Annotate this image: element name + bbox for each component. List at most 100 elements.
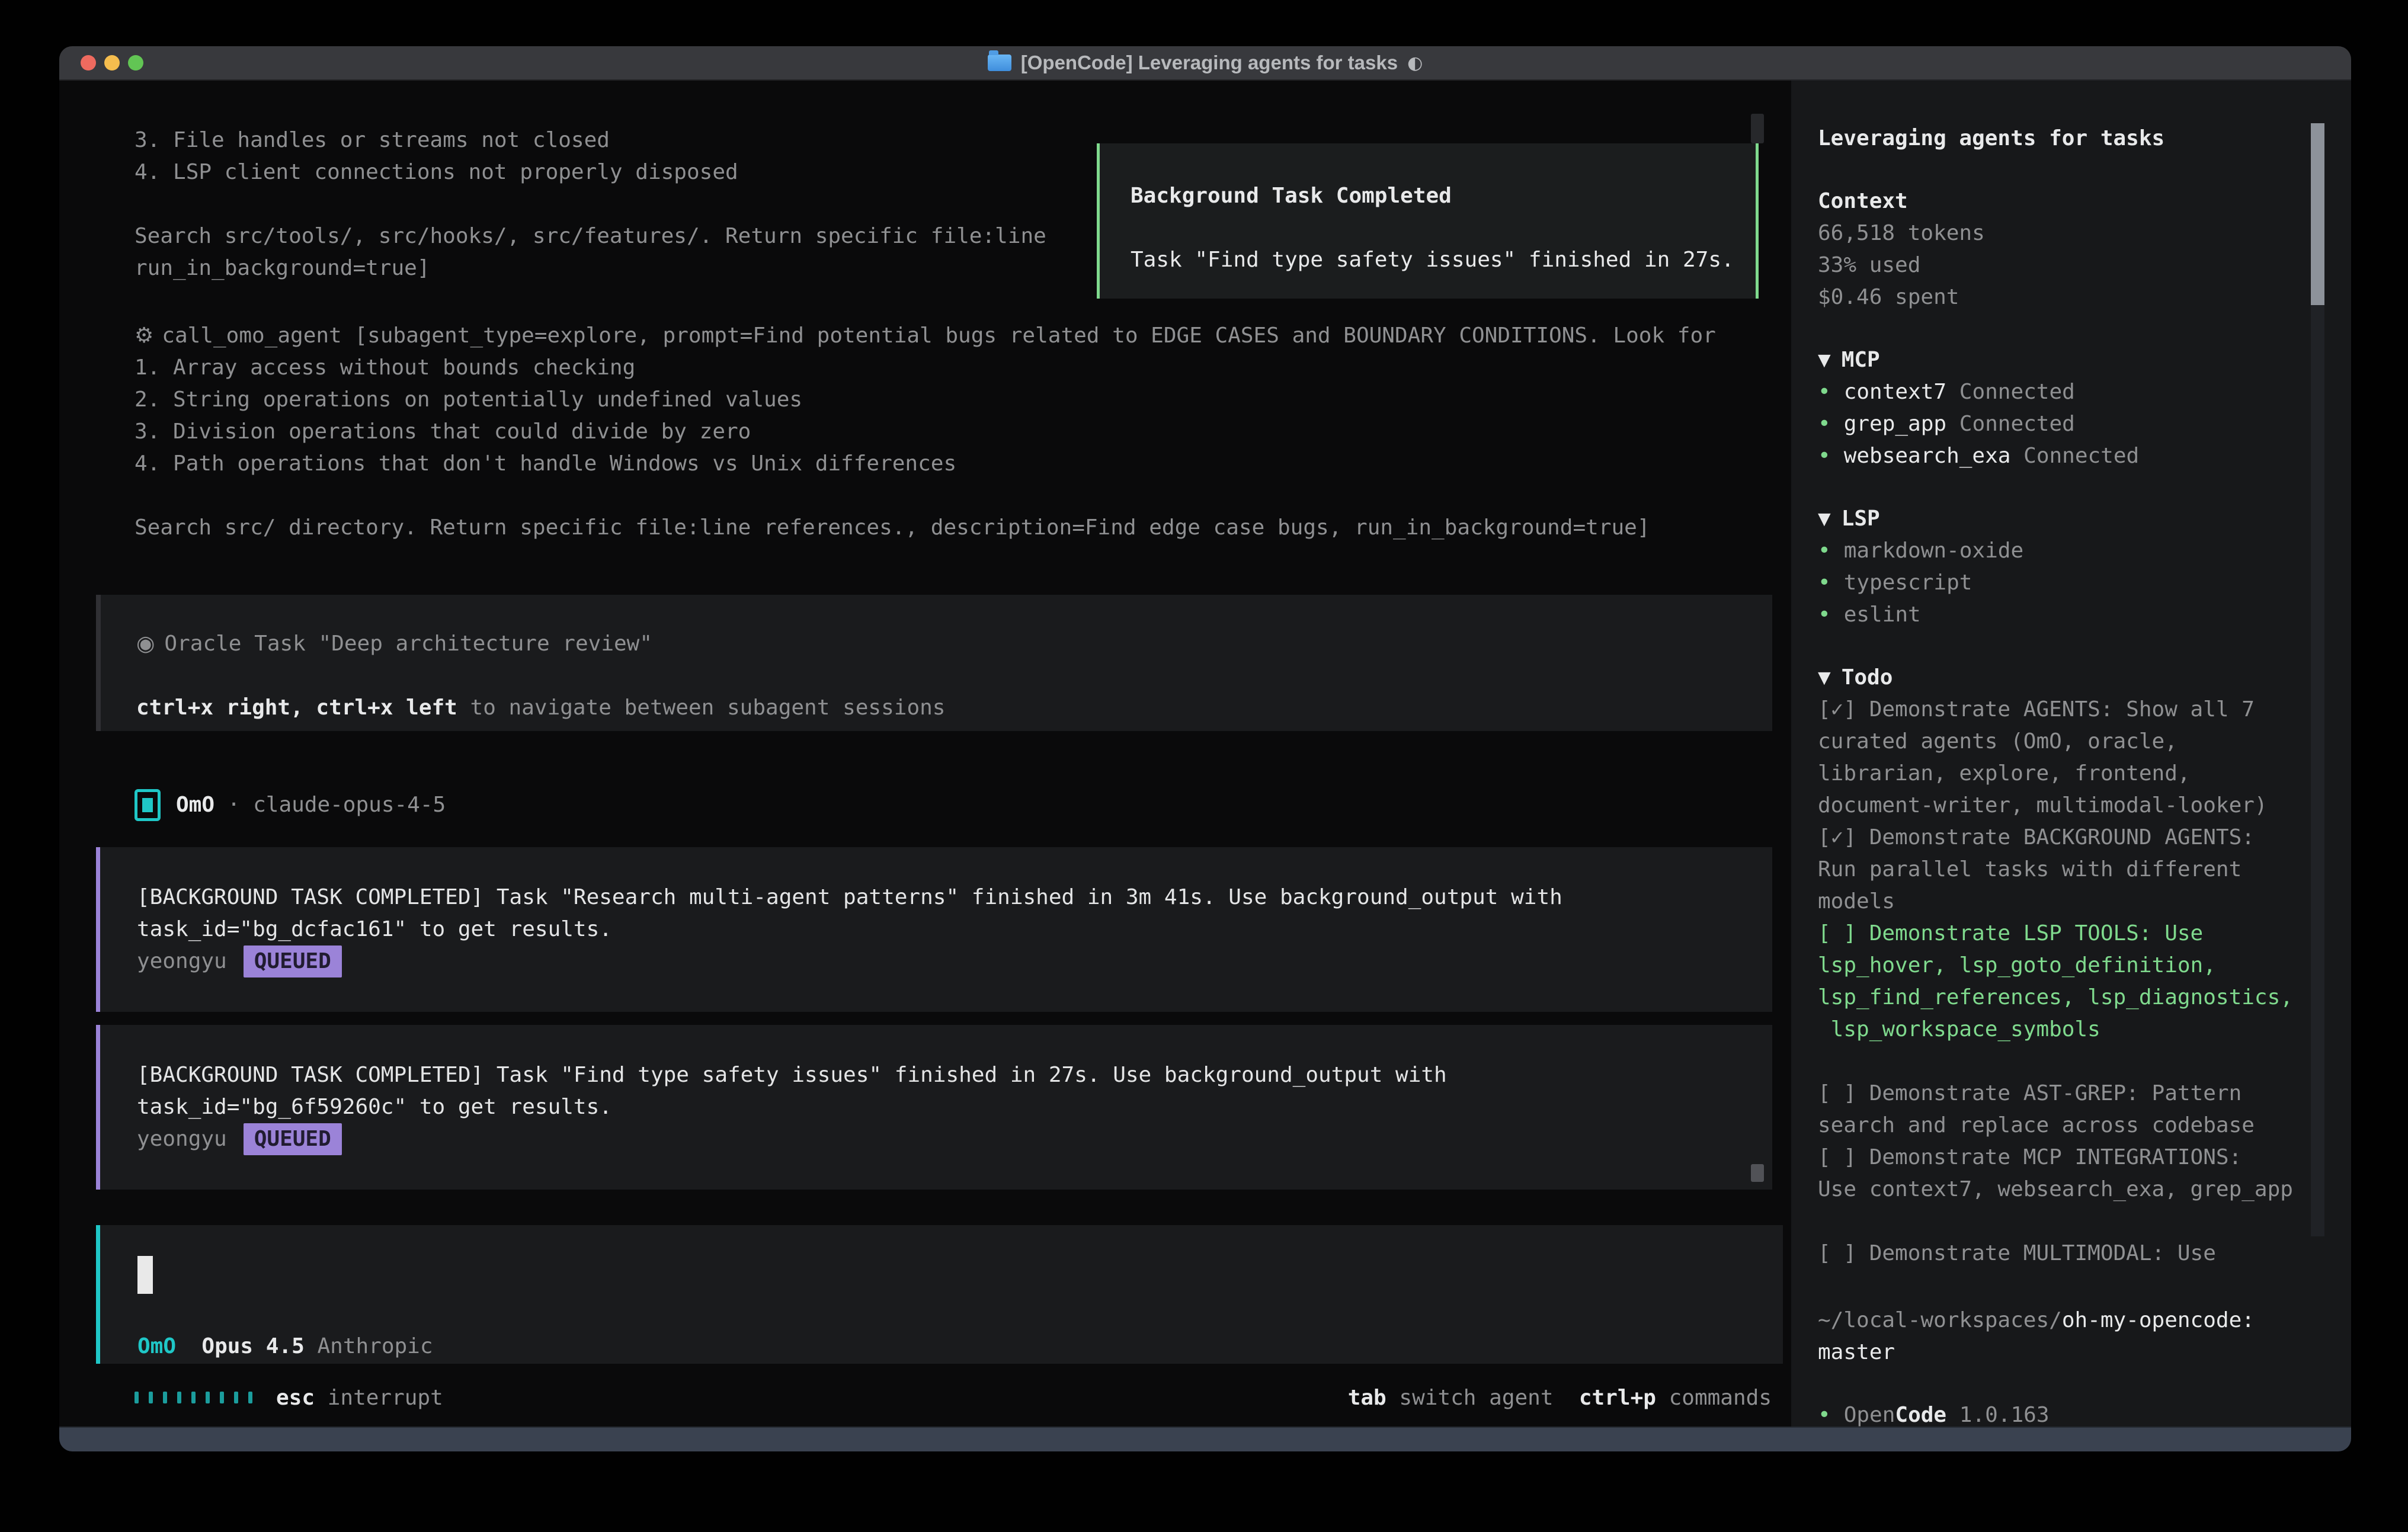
bullet-icon: • bbox=[1818, 539, 1831, 563]
tool-call-line: ⚙ call_omo_agent [subagent_type=explore, … bbox=[135, 320, 1716, 352]
input-model: Opus 4.5 bbox=[201, 1334, 304, 1358]
screen: [OpenCode] Leveraging agents for tasks ◐… bbox=[0, 0, 2408, 1532]
chevron-down-icon: ▼ bbox=[1818, 348, 1831, 372]
todo-line: [✓] Demonstrate AGENTS: Show all 7 bbox=[1818, 694, 2351, 726]
zoom-button[interactable] bbox=[128, 55, 143, 70]
status-badge: QUEUED bbox=[244, 946, 342, 977]
todo-section-heading[interactable]: ▼Todo bbox=[1818, 662, 2351, 694]
todo-line: search and replace across codebase bbox=[1818, 1110, 2351, 1142]
sidebar: Leveraging agents for tasks Context 66,5… bbox=[1791, 81, 2351, 1427]
lsp-item: •eslint bbox=[1818, 599, 2351, 631]
minimize-button[interactable] bbox=[104, 55, 120, 70]
mcp-name: websearch_exa bbox=[1844, 444, 2011, 468]
dot-separator: · bbox=[228, 793, 241, 817]
bullet-icon: • bbox=[1818, 444, 1831, 468]
lsp-name: typescript bbox=[1844, 571, 1972, 595]
mcp-item: •grep_app Connected bbox=[1818, 408, 2351, 440]
prompt-input[interactable]: OmO Opus 4.5 Anthropic bbox=[96, 1225, 1783, 1364]
mcp-name: context7 bbox=[1844, 380, 1946, 404]
bullet-icon: • bbox=[1818, 1403, 1831, 1427]
bullet-icon: • bbox=[1818, 412, 1831, 436]
todo-item: [ ] Demonstrate MULTIMODAL: Use bbox=[1818, 1238, 2351, 1270]
toast-spacer bbox=[1131, 212, 1756, 244]
background-task-message: [BACKGROUND TASK COMPLETED] Task "Find t… bbox=[96, 1025, 1772, 1190]
mcp-item: •context7 Connected bbox=[1818, 376, 2351, 408]
terminal-line: 3. Division operations that could divide… bbox=[135, 416, 1716, 448]
tab-label: switch agent bbox=[1399, 1386, 1553, 1410]
context-tokens: 66,518 tokens bbox=[1818, 217, 2351, 249]
version-number: 1.0.163 bbox=[1959, 1403, 2050, 1427]
mcp-status: Connected bbox=[1959, 412, 2075, 436]
chevron-down-icon: ▼ bbox=[1818, 665, 1831, 690]
terminal-line: 4. Path operations that don't handle Win… bbox=[135, 448, 1716, 480]
mcp-status: Connected bbox=[1959, 380, 2075, 404]
titlebar[interactable]: [OpenCode] Leveraging agents for tasks ◐ bbox=[59, 46, 2351, 81]
oracle-title-line: ◉Oracle Task "Deep architecture review" bbox=[136, 628, 1772, 660]
todo-line: document-writer, multimodal-looker) bbox=[1818, 790, 2351, 822]
terminal-line bbox=[135, 188, 1046, 220]
toast-title: Background Task Completed bbox=[1131, 180, 1756, 212]
input-provider: Anthropic bbox=[317, 1334, 433, 1358]
chevron-down-icon: ▼ bbox=[1818, 507, 1831, 531]
todo-line: Use context7, websearch_exa, grep_app bbox=[1818, 1174, 2351, 1206]
toast-body: Task "Find type safety issues" finished … bbox=[1131, 244, 1756, 276]
version-prefix: Open bbox=[1844, 1403, 1895, 1427]
background-task-message: [BACKGROUND TASK COMPLETED] Task "Resear… bbox=[96, 847, 1772, 1012]
folder-icon bbox=[988, 55, 1011, 71]
traffic-lights bbox=[81, 46, 143, 79]
close-button[interactable] bbox=[81, 55, 96, 70]
lsp-item: •markdown-oxide bbox=[1818, 535, 2351, 567]
input-agent: OmO bbox=[137, 1334, 176, 1358]
statusbar-right: tab switch agent ctrl+p commands bbox=[1348, 1386, 1772, 1410]
window-title: [OpenCode] Leveraging agents for tasks bbox=[1021, 52, 1398, 74]
todo-line: [ ] Demonstrate AST-GREP: Pattern bbox=[1818, 1078, 2351, 1110]
todo-line: librarian, explore, frontend, bbox=[1818, 758, 2351, 790]
terminal-line: 4. LSP client connections not properly d… bbox=[135, 156, 1046, 188]
terminal-main: 3. File handles or streams not closed 4.… bbox=[59, 81, 1791, 1427]
terminal-line: run_in_background=true] bbox=[135, 252, 1046, 284]
oracle-spacer bbox=[136, 660, 1772, 692]
version-name: Code bbox=[1895, 1403, 1946, 1427]
message-line: task_id="bg_6f59260c" to get results. bbox=[137, 1091, 1772, 1123]
todo-item: [ ] Demonstrate MCP INTEGRATIONS: Use co… bbox=[1818, 1142, 2351, 1206]
context-used: 33% used bbox=[1818, 249, 2351, 281]
text-cursor bbox=[137, 1256, 153, 1294]
gear-icon: ⚙ bbox=[135, 323, 153, 348]
app-window: [OpenCode] Leveraging agents for tasks ◐… bbox=[59, 46, 2351, 1451]
main-scrollbar-thumb[interactable] bbox=[1751, 114, 1764, 143]
tool-call-text: call_omo_agent [subagent_type=explore, p… bbox=[162, 323, 1716, 348]
message-meta: yeongyu QUEUED bbox=[137, 946, 1772, 977]
workspace-path-dim: ~/local-workspaces/ bbox=[1818, 1308, 2062, 1332]
esc-key-hint: esc bbox=[276, 1386, 315, 1410]
message-line: task_id="bg_dcfac161" to get results. bbox=[137, 914, 1772, 946]
main-scrollbar-thumb[interactable] bbox=[1751, 1164, 1764, 1182]
todo-line: lsp_find_references, lsp_diagnostics, bbox=[1818, 982, 2351, 1014]
lsp-section-heading[interactable]: ▼LSP bbox=[1818, 503, 2351, 535]
spinner-icon bbox=[135, 1392, 252, 1403]
statusbar: esc interrupt tab switch agent ctrl+p co… bbox=[135, 1382, 1772, 1414]
terminal-line: Search src/tools/, src/hooks/, src/featu… bbox=[135, 220, 1046, 252]
todo-line: models bbox=[1818, 886, 2351, 918]
terminal-line: Search src/ directory. Return specific f… bbox=[135, 512, 1716, 544]
workspace-info: ~/local-workspaces/oh-my-opencode: maste… bbox=[1818, 1305, 2255, 1427]
todo-item: [✓] Demonstrate AGENTS: Show all 7 curat… bbox=[1818, 694, 2351, 822]
oracle-hint-rest: to navigate between subagent sessions bbox=[457, 696, 946, 720]
agent-name: OmO bbox=[176, 793, 214, 817]
mcp-item: •websearch_exa Connected bbox=[1818, 440, 2351, 472]
todo-item: [ ] Demonstrate AST-GREP: Pattern search… bbox=[1818, 1078, 2351, 1142]
agent-model: claude-opus-4-5 bbox=[253, 793, 446, 817]
todo-line: [✓] Demonstrate BACKGROUND AGENTS: bbox=[1818, 822, 2351, 854]
session-title: Leveraging agents for tasks bbox=[1818, 123, 2351, 155]
agent-square-icon bbox=[135, 789, 161, 821]
workspace-branch: master bbox=[1818, 1337, 2255, 1368]
bullet-icon: • bbox=[1818, 571, 1831, 595]
tool-call-block: ⚙ call_omo_agent [subagent_type=explore, … bbox=[135, 320, 1716, 544]
lsp-name: eslint bbox=[1844, 602, 1921, 627]
oracle-task-panel: ◉Oracle Task "Deep architecture review" … bbox=[96, 595, 1772, 731]
message-author: yeongyu bbox=[137, 949, 227, 973]
status-badge: QUEUED bbox=[244, 1123, 342, 1155]
todo-line: lsp_workspace_symbols bbox=[1818, 1014, 2351, 1046]
mcp-section-heading[interactable]: ▼MCP bbox=[1818, 344, 2351, 376]
sidebar-scrollbar-thumb[interactable] bbox=[2311, 123, 2324, 305]
todo-line: [ ] Demonstrate MULTIMODAL: Use bbox=[1818, 1238, 2351, 1270]
